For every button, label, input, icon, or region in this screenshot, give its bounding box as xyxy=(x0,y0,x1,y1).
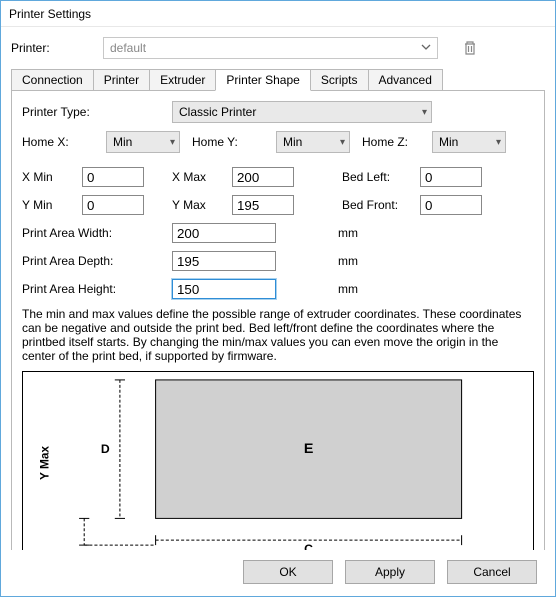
tab-advanced[interactable]: Advanced xyxy=(368,69,443,90)
home-x-select[interactable]: Min ▾ xyxy=(106,131,180,153)
home-y-value: Min xyxy=(283,135,302,149)
ymax-label: Y Max xyxy=(172,198,232,212)
window-title: Printer Settings xyxy=(9,7,91,21)
tab-bar: Connection Printer Extruder Printer Shap… xyxy=(11,69,545,91)
svg-text:D: D xyxy=(101,442,110,456)
svg-text:C: C xyxy=(304,542,313,550)
delete-printer-button[interactable] xyxy=(460,38,480,58)
dialog-buttons: OK Apply Cancel xyxy=(1,550,555,596)
bed-left-label: Bed Left: xyxy=(342,170,420,184)
bed-left-input[interactable] xyxy=(420,167,482,187)
unit-mm: mm xyxy=(338,254,358,268)
ok-button[interactable]: OK xyxy=(243,560,333,584)
svg-text:Y Max: Y Max xyxy=(37,446,51,480)
cancel-button[interactable]: Cancel xyxy=(447,560,537,584)
area-height-label: Print Area Height: xyxy=(22,282,172,296)
home-z-label: Home Z: xyxy=(362,135,432,149)
bed-diagram: D C E Y Max xyxy=(22,371,534,550)
area-height-input[interactable] xyxy=(172,279,276,299)
unit-mm: mm xyxy=(338,282,358,296)
printer-select[interactable]: default xyxy=(103,37,438,59)
home-x-value: Min xyxy=(113,135,132,149)
area-depth-label: Print Area Depth: xyxy=(22,254,172,268)
printer-type-value: Classic Printer xyxy=(179,105,256,119)
xmax-label: X Max xyxy=(172,170,232,184)
printer-type-select[interactable]: Classic Printer ▾ xyxy=(172,101,432,123)
home-z-select[interactable]: Min ▾ xyxy=(432,131,506,153)
window-titlebar: Printer Settings xyxy=(1,1,555,27)
chevron-down-icon xyxy=(421,41,431,55)
ymax-input[interactable] xyxy=(232,195,294,215)
xmax-input[interactable] xyxy=(232,167,294,187)
home-z-value: Min xyxy=(439,135,458,149)
area-depth-input[interactable] xyxy=(172,251,276,271)
printer-label: Printer: xyxy=(11,41,103,55)
ymin-label: Y Min xyxy=(22,198,82,212)
home-y-select[interactable]: Min ▾ xyxy=(276,131,350,153)
tab-printer[interactable]: Printer xyxy=(93,69,150,90)
tab-printer-shape[interactable]: Printer Shape xyxy=(215,69,310,91)
printer-select-value: default xyxy=(110,41,146,55)
bed-front-input[interactable] xyxy=(420,195,482,215)
chevron-down-icon: ▾ xyxy=(496,137,501,148)
xmin-label: X Min xyxy=(22,170,82,184)
printer-shape-panel: Printer Type: Classic Printer ▾ Home X: … xyxy=(11,91,545,550)
trash-icon xyxy=(463,40,477,56)
svg-text:E: E xyxy=(304,440,314,456)
tab-connection[interactable]: Connection xyxy=(11,69,94,90)
area-width-label: Print Area Width: xyxy=(22,226,172,240)
apply-button[interactable]: Apply xyxy=(345,560,435,584)
chevron-down-icon: ▾ xyxy=(422,107,427,118)
bed-front-label: Bed Front: xyxy=(342,198,420,212)
printer-type-label: Printer Type: xyxy=(22,105,172,119)
ymin-input[interactable] xyxy=(82,195,144,215)
home-y-label: Home Y: xyxy=(192,135,276,149)
chevron-down-icon: ▾ xyxy=(340,137,345,148)
home-x-label: Home X: xyxy=(22,135,106,149)
description-text: The min and max values define the possib… xyxy=(22,307,534,363)
unit-mm: mm xyxy=(338,226,358,240)
chevron-down-icon: ▾ xyxy=(170,137,175,148)
tab-extruder[interactable]: Extruder xyxy=(149,69,216,90)
xmin-input[interactable] xyxy=(82,167,144,187)
area-width-input[interactable] xyxy=(172,223,276,243)
tab-scripts[interactable]: Scripts xyxy=(310,69,369,90)
